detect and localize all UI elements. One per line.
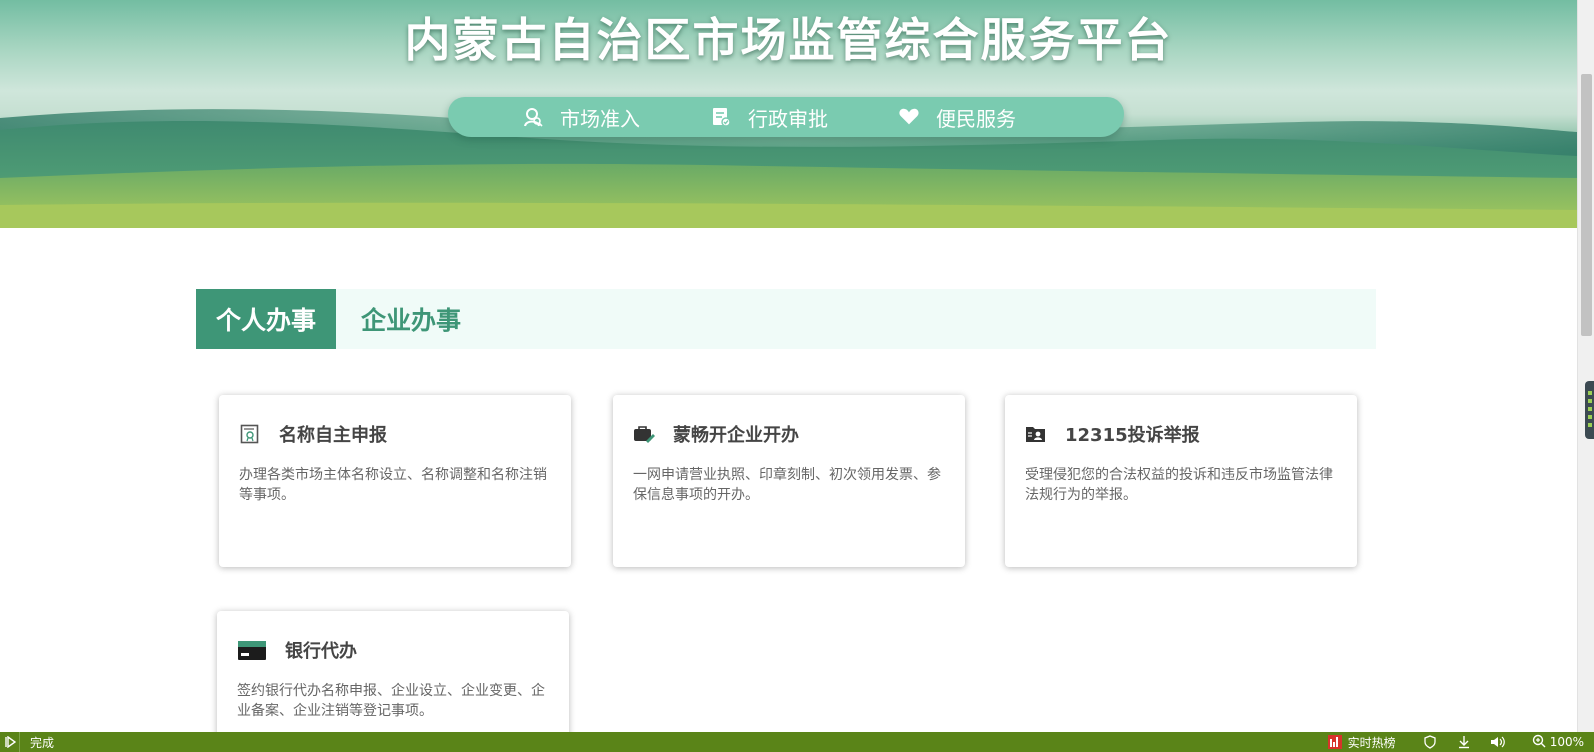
chart-icon xyxy=(1327,735,1342,749)
card-complaint-report[interactable]: 12315投诉举报 受理侵犯您的合法权益的投诉和违反市场监管法律法规行为的举报。 xyxy=(1005,395,1357,567)
nav-label: 市场准入 xyxy=(560,106,640,131)
tab-personal[interactable]: 个人办事 xyxy=(196,289,336,349)
play-icon[interactable] xyxy=(0,732,20,752)
card-title: 名称自主申报 xyxy=(279,425,387,446)
zoom-level: 100% xyxy=(1549,735,1584,749)
card-description: 签约银行代办名称申报、企业设立、企业变更、企业备案、企业注销等登记事项。 xyxy=(237,683,545,719)
nav-public-service[interactable]: 便民服务 xyxy=(898,103,1016,132)
card-description: 办理各类市场主体名称设立、名称调整和名称注销等事项。 xyxy=(239,467,547,503)
side-widget-icon[interactable] xyxy=(1585,381,1594,439)
nav-label: 行政审批 xyxy=(748,106,828,131)
browser-page: 内蒙古自治区市场监管综合服务平台 市场准入 行政审批 便民服务 个人办事 企业办… xyxy=(0,0,1594,752)
shield-icon[interactable] xyxy=(1422,735,1438,749)
user-search-icon xyxy=(522,106,544,128)
hot-list-button[interactable]: 实时热榜 xyxy=(1327,734,1396,751)
tab-enterprise[interactable]: 企业办事 xyxy=(336,289,486,349)
heart-hand-icon xyxy=(898,106,920,128)
card-bank-agent[interactable]: 银行代办 签约银行代办名称申报、企业设立、企业变更、企业备案、企业注销等登记事项… xyxy=(217,611,569,751)
vertical-scrollbar[interactable] xyxy=(1577,0,1594,732)
card-description: 受理侵犯您的合法权益的投诉和违反市场监管法律法规行为的举报。 xyxy=(1025,467,1333,503)
card-name-declaration[interactable]: 名称自主申报 办理各类市场主体名称设立、名称调整和名称注销等事项。 xyxy=(219,395,571,567)
download-icon[interactable] xyxy=(1456,735,1472,749)
nav-label: 便民服务 xyxy=(936,106,1016,131)
card-business-startup[interactable]: 蒙畅开企业开办 一网申请营业执照、印章刻制、初次领用发票、参保信息事项的开办。 xyxy=(613,395,965,567)
site-title: 内蒙古自治区市场监管综合服务平台 xyxy=(404,13,1173,67)
card-title: 银行代办 xyxy=(285,641,357,662)
briefcase-edit-icon xyxy=(633,423,655,445)
card-header: 12315投诉举报 xyxy=(1025,421,1337,447)
card-header: 银行代办 xyxy=(237,637,549,663)
folder-user-icon xyxy=(1025,423,1047,445)
statusbar-tools: 实时热榜 100% xyxy=(1327,732,1584,752)
card-header: 名称自主申报 xyxy=(239,421,551,447)
document-approve-icon xyxy=(710,106,732,128)
nav-admin-approval[interactable]: 行政审批 xyxy=(710,103,828,132)
main-nav: 市场准入 行政审批 便民服务 xyxy=(448,97,1124,137)
card-title: 蒙畅开企业开办 xyxy=(673,425,799,446)
nav-market-access[interactable]: 市场准入 xyxy=(522,103,640,132)
bank-card-icon xyxy=(237,639,267,661)
browser-statusbar: 完成 实时热榜 100% xyxy=(0,732,1594,752)
hot-list-label: 实时热榜 xyxy=(1347,735,1396,750)
card-description: 一网申请营业执照、印章刻制、初次领用发票、参保信息事项的开办。 xyxy=(633,467,941,503)
scrollbar-thumb[interactable] xyxy=(1581,74,1592,336)
certificate-icon xyxy=(239,423,261,445)
zoom-control[interactable]: 100% xyxy=(1532,734,1584,751)
speaker-icon[interactable] xyxy=(1490,735,1506,749)
header-banner: 内蒙古自治区市场监管综合服务平台 市场准入 行政审批 便民服务 xyxy=(0,0,1577,228)
zoom-icon xyxy=(1532,734,1546,751)
card-title: 12315投诉举报 xyxy=(1065,425,1200,446)
card-header: 蒙畅开企业开办 xyxy=(633,421,945,447)
status-text: 完成 xyxy=(30,735,55,750)
service-tabs: 个人办事 企业办事 xyxy=(196,289,1376,349)
